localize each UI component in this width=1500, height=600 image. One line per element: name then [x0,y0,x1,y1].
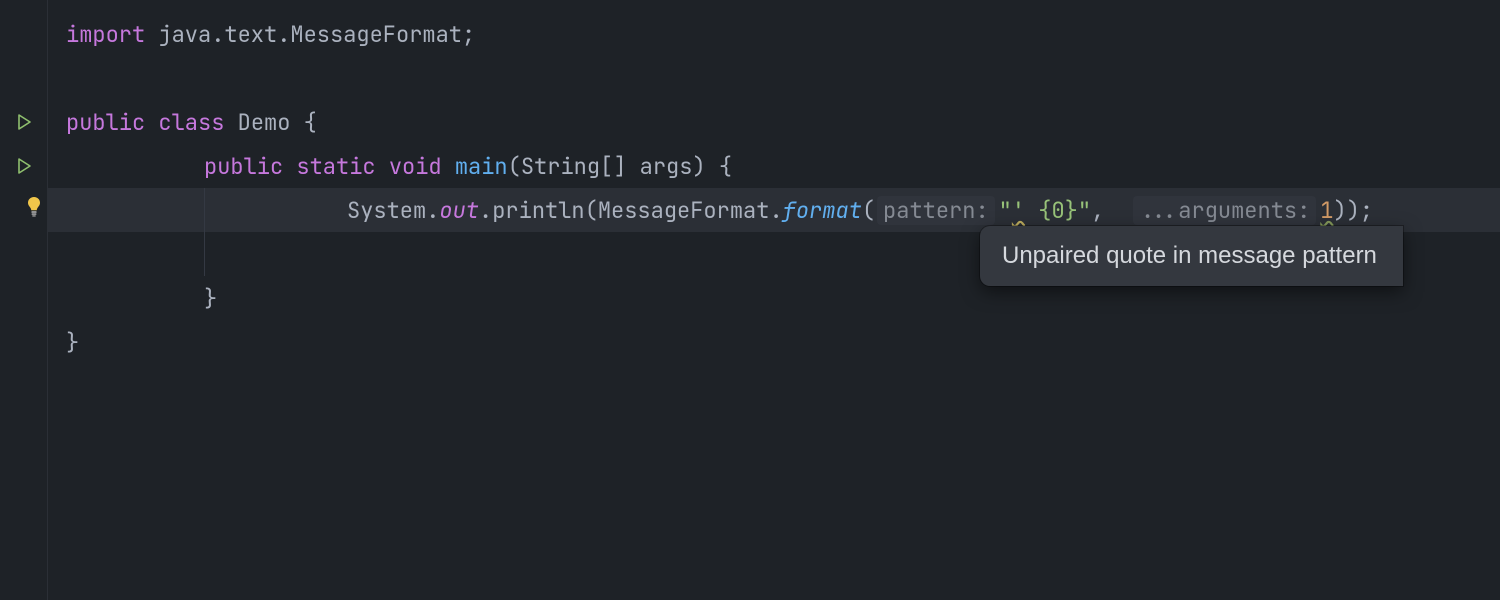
paren-close: ) [692,152,705,181]
gutter-row-3[interactable] [0,100,47,144]
brace-close: } [66,328,79,357]
method-main: main [455,152,508,181]
keyword-void: void [389,152,442,181]
run-icon[interactable] [15,157,33,175]
keyword-public: public [204,152,283,181]
gutter-row-4[interactable] [0,144,47,188]
paren-open: ( [585,196,598,225]
string-unpaired-quote: ' [1012,196,1025,225]
method-println: println [492,196,584,225]
keyword-import: import [66,20,145,49]
method-format: format [783,196,862,225]
gutter-row-7 [0,276,47,320]
inspection-tooltip[interactable]: Unpaired quote in message pattern [980,226,1403,286]
paren-open: ( [862,196,875,225]
number-literal: 1 [1320,196,1333,225]
param-type: String[] [521,152,627,181]
code-editor[interactable]: import java.text.MessageFormat; public c… [0,0,1500,600]
closing-parens: )); [1334,196,1374,225]
tooltip-message: Unpaired quote in message pattern [1002,242,1377,269]
intention-bulb-icon[interactable] [25,196,43,225]
gutter-row-2 [0,56,47,100]
dot: . [426,196,439,225]
brace-close: } [204,284,217,313]
brace-open: { [719,152,732,181]
code-line[interactable]: } [48,320,1500,364]
inlay-hint-arguments[interactable]: ...arguments: [1133,196,1317,225]
class-ref: System [347,196,426,225]
gutter-row-5[interactable] [0,188,47,232]
inlay-hint-pattern[interactable]: pattern: [877,196,995,225]
editor-gutter [0,0,48,600]
code-line[interactable]: import java.text.MessageFormat; [48,12,1500,56]
string-open-quote: " [999,196,1012,225]
package-path: java.text.MessageFormat [145,20,462,49]
string-body: {0} [1025,196,1078,225]
gutter-row-8 [0,320,47,364]
field-out: out [439,196,479,225]
run-icon[interactable] [15,113,33,131]
keyword-class: class [158,108,224,137]
code-line[interactable]: public static void main(String[] args) { [48,144,1500,188]
comma: , [1091,196,1104,225]
string-close-quote: " [1078,196,1091,225]
keyword-static: static [296,152,375,181]
dot: . [769,196,782,225]
dot: . [479,196,492,225]
keyword-public: public [66,108,145,137]
brace-open: { [304,108,317,137]
code-line-blank[interactable] [48,56,1500,100]
semicolon: ; [462,20,475,49]
class-ref: MessageFormat [598,196,770,225]
code-line[interactable]: public class Demo { [48,100,1500,144]
code-area[interactable]: import java.text.MessageFormat; public c… [48,0,1500,600]
gutter-row-6 [0,232,47,276]
class-name: Demo [238,108,291,137]
param-name: args [626,152,692,181]
gutter-row-1 [0,12,47,56]
paren-open: ( [508,152,521,181]
